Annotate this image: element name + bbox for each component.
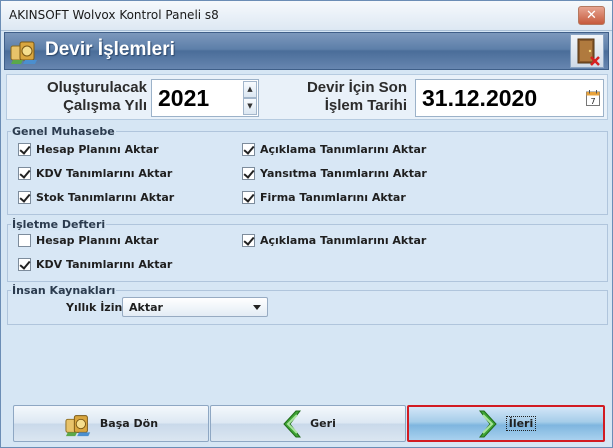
date-label: Devir İçin Son İşlem Tarihi xyxy=(265,79,407,115)
page-title: Devir İşlemleri xyxy=(45,39,175,60)
checkbox-label: KDV Tanımlarını Aktar xyxy=(36,167,173,180)
genel-muhasebe-title: Genel Muhasebe xyxy=(11,125,116,138)
calendar-icon[interactable]: 7 xyxy=(586,90,600,106)
date-label-line1: Devir İçin Son xyxy=(306,79,407,96)
checkbox-box[interactable] xyxy=(242,143,255,156)
page-header: Devir İşlemleri xyxy=(4,32,609,70)
devir-settings-panel: Oluşturulacak Çalışma Yılı 2021 ▲ ▼ Devi… xyxy=(6,74,608,120)
gm-yansitma-checkbox[interactable]: Yansıtma Tanımlarını Aktar xyxy=(242,167,427,180)
year-value[interactable]: 2021 xyxy=(158,85,209,112)
checkbox-label: Hesap Planını Aktar xyxy=(36,234,159,247)
year-label: Oluşturulacak Çalışma Yılı xyxy=(13,79,147,115)
chevron-down-icon[interactable] xyxy=(253,305,261,310)
id-kdv-checkbox[interactable]: KDV Tanımlarını Aktar xyxy=(18,258,172,271)
checkbox-box[interactable] xyxy=(18,143,31,156)
isletme-defteri-group xyxy=(7,224,608,282)
ileri-label: İleri xyxy=(505,416,537,431)
exit-button[interactable] xyxy=(570,34,604,68)
year-label-line1: Oluşturulacak xyxy=(46,79,147,96)
basa-don-button[interactable]: Başa Dön xyxy=(13,405,209,442)
arrow-left-icon xyxy=(283,410,302,437)
checkbox-label: Açıklama Tanımlarını Aktar xyxy=(260,143,427,156)
basa-don-label: Başa Dön xyxy=(99,417,159,430)
exit-door-icon xyxy=(577,38,600,66)
date-label-line2: İşlem Tarihi xyxy=(324,97,407,114)
window-title: AKINSOFT Wolvox Kontrol Paneli s8 xyxy=(9,8,219,22)
checkbox-box[interactable] xyxy=(18,191,31,204)
checkbox-box[interactable] xyxy=(242,191,255,204)
checkbox-label: Açıklama Tanımlarını Aktar xyxy=(260,234,427,247)
spinner-up-button[interactable]: ▲ xyxy=(243,81,257,98)
isletme-defteri-title: İşletme Defteri xyxy=(11,218,107,231)
yillik-izin-value: Aktar xyxy=(129,301,163,314)
money-bag-icon xyxy=(65,414,91,436)
title-bar: AKINSOFT Wolvox Kontrol Paneli s8 ✕ xyxy=(1,1,612,31)
yillik-izin-select[interactable]: Aktar xyxy=(122,297,268,317)
date-value[interactable]: 31.12.2020 xyxy=(422,85,537,112)
checkbox-label: Hesap Planını Aktar xyxy=(36,143,159,156)
id-hesap-plani-checkbox[interactable]: Hesap Planını Aktar xyxy=(18,234,159,247)
gm-stok-checkbox[interactable]: Stok Tanımlarını Aktar xyxy=(18,191,174,204)
close-button[interactable]: ✕ xyxy=(578,6,605,25)
gm-kdv-checkbox[interactable]: KDV Tanımlarını Aktar xyxy=(18,167,172,180)
insan-kaynaklari-title: İnsan Kaynakları xyxy=(11,284,117,297)
gm-aciklama-checkbox[interactable]: Açıklama Tanımlarını Aktar xyxy=(242,143,426,156)
checkbox-label: KDV Tanımlarını Aktar xyxy=(36,258,173,271)
year-spinner[interactable]: 2021 ▲ ▼ xyxy=(151,79,259,117)
checkbox-box[interactable] xyxy=(18,258,31,271)
gm-firma-checkbox[interactable]: Firma Tanımlarını Aktar xyxy=(242,191,406,204)
gm-hesap-plani-checkbox[interactable]: Hesap Planını Aktar xyxy=(18,143,159,156)
date-field[interactable]: 31.12.2020 7 xyxy=(415,79,604,117)
geri-label: Geri xyxy=(310,417,336,430)
app-window: AKINSOFT Wolvox Kontrol Paneli s8 ✕ Devi… xyxy=(0,0,613,448)
checkbox-label: Stok Tanımlarını Aktar xyxy=(36,191,175,204)
checkbox-label: Firma Tanımlarını Aktar xyxy=(260,191,406,204)
arrow-right-icon xyxy=(478,410,497,437)
spinner-buttons: ▲ ▼ xyxy=(243,81,257,115)
id-aciklama-checkbox[interactable]: Açıklama Tanımlarını Aktar xyxy=(242,234,426,247)
yillik-izin-label: Yıllık İzin xyxy=(66,301,123,314)
geri-button[interactable]: Geri xyxy=(210,405,406,442)
checkbox-box[interactable] xyxy=(18,234,31,247)
money-bag-icon xyxy=(10,41,37,64)
checkbox-box[interactable] xyxy=(242,167,255,180)
checkbox-box[interactable] xyxy=(18,167,31,180)
year-label-line2: Çalışma Yılı xyxy=(63,97,147,114)
checkbox-label: Yansıtma Tanımlarını Aktar xyxy=(260,167,427,180)
calendar-day: 7 xyxy=(590,97,595,106)
checkbox-box[interactable] xyxy=(242,234,255,247)
spinner-down-button[interactable]: ▼ xyxy=(243,98,257,115)
ileri-button[interactable]: İleri xyxy=(407,405,605,442)
